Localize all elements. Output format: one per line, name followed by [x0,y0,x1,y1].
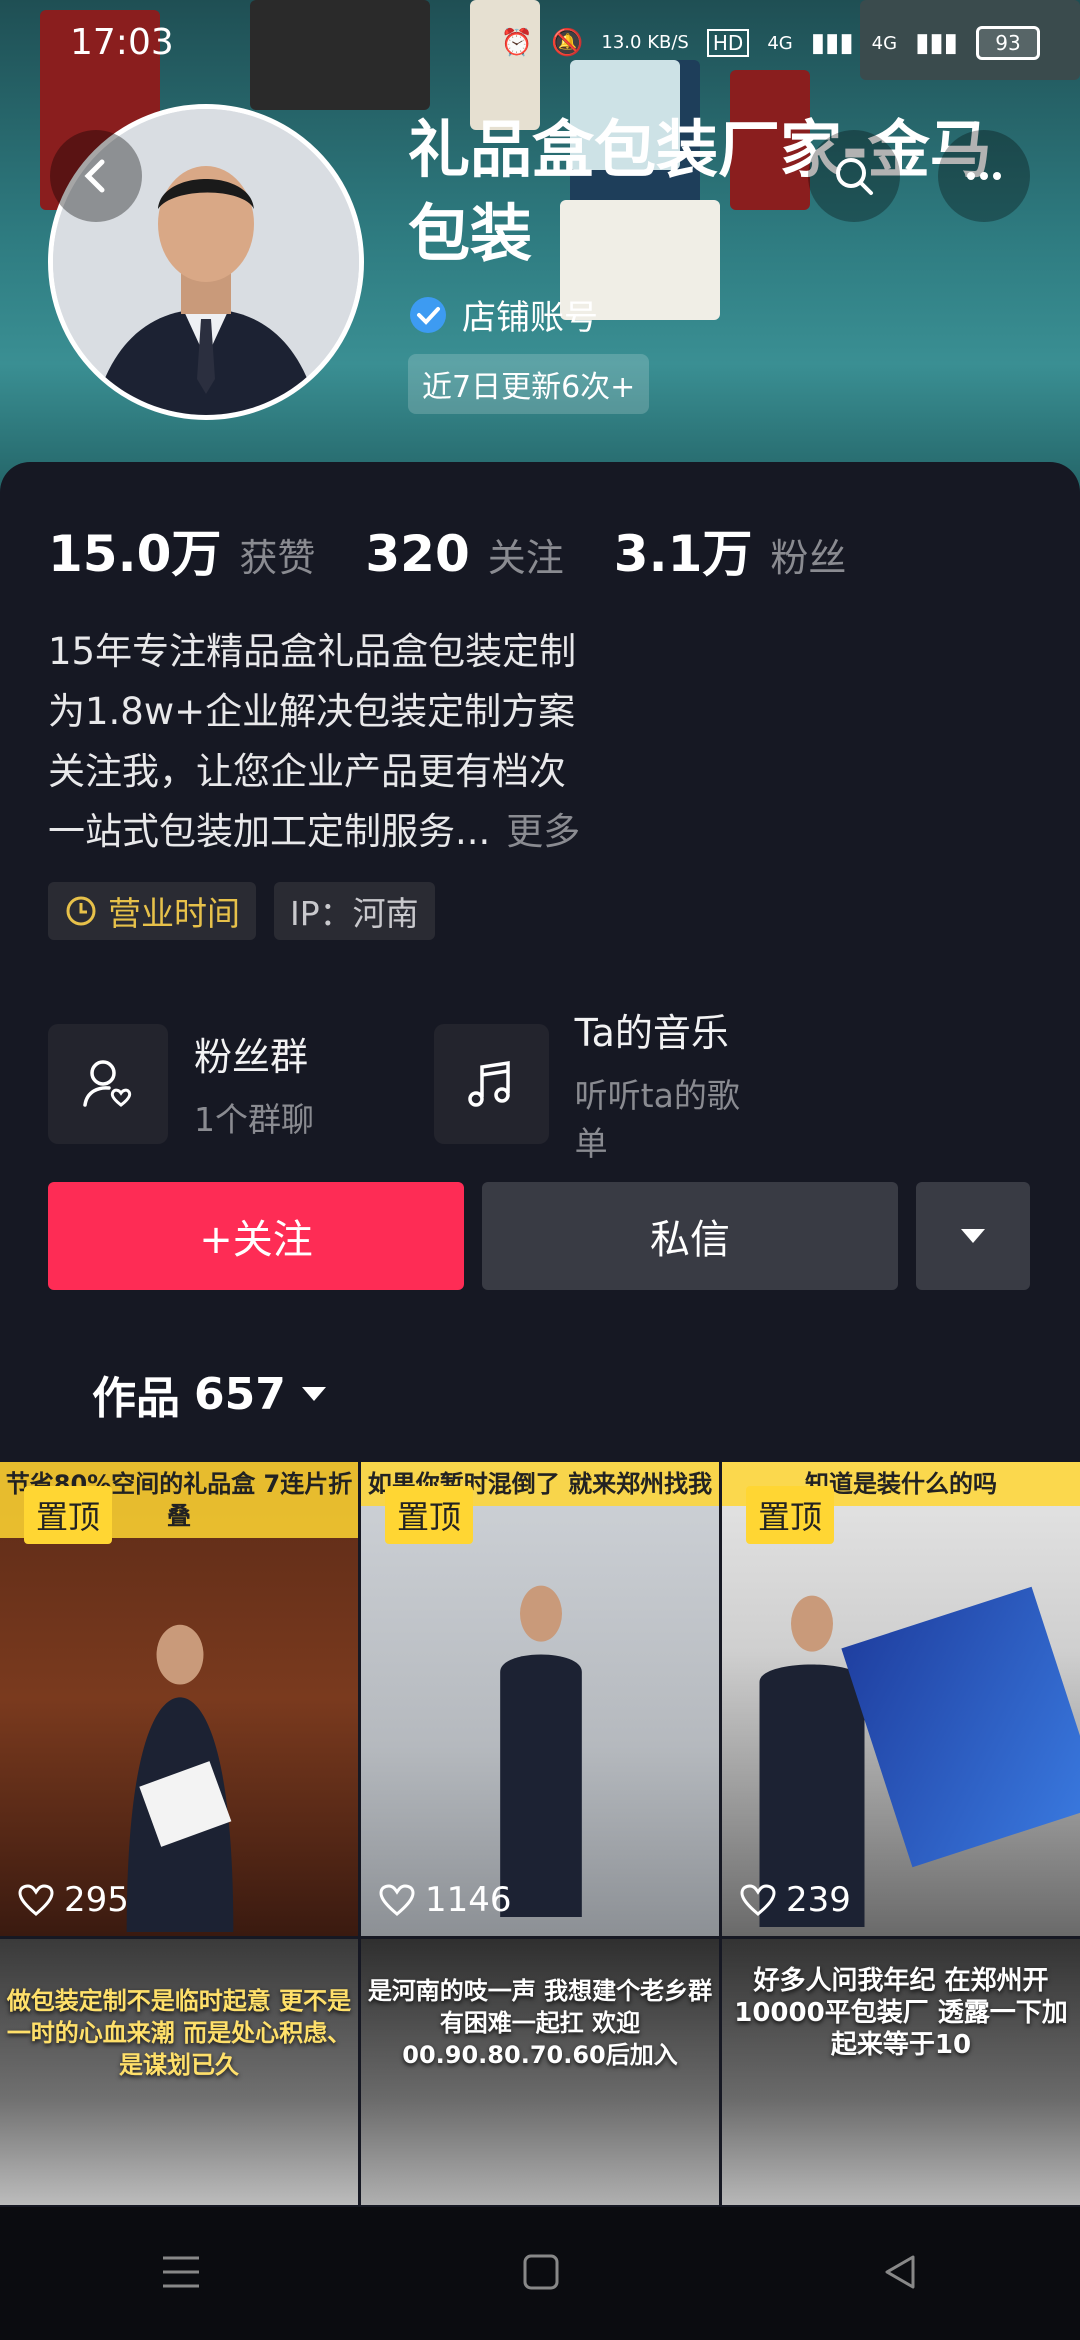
video-thumbnail[interactable]: 节省80%空间的礼品盒 7连片折叠 置顶 295 [0,1462,358,1936]
fan-group-title: 粉丝群 [194,1035,309,1079]
like-number: 295 [64,1880,129,1920]
music-sub: 听听ta的歌单 [574,1076,740,1163]
network-speed: 13.0 KB/S [601,32,689,53]
signal-4g-2: 4G [871,32,898,54]
menu-icon [162,2256,199,2287]
pinned-badge: 置顶 [746,1486,835,1544]
signal-bars-icon: ▮▮▮ [810,28,854,58]
bio-more-link[interactable]: 更多 [506,810,580,853]
business-hours-tag[interactable]: 营业时间 [48,882,256,940]
music-note-icon [434,1023,549,1144]
dropdown-button[interactable] [916,1182,1030,1290]
stat-label: 关注 [487,536,564,580]
follow-button[interactable]: +关注 [48,1182,464,1290]
system-nav-bar [0,2207,1080,2340]
feature-row: 粉丝群 1个群聊 Ta的音乐 听听ta的歌单 [48,1002,764,1165]
stat-followers[interactable]: 3.1万 粉丝 [614,514,847,586]
works-label: 作品 [92,1373,180,1424]
bio-line: 一站式包装加工定制服务... [48,810,491,853]
heart-icon [379,1884,415,1916]
video-thumbnail[interactable]: 做包装定制不是临时起意 更不是一时的心血来潮 而是处心积虑、是谋划已久 [0,1939,358,2205]
video-thumbnail[interactable]: 好多人问我年纪 在郑州开10000平包装厂 透露一下加起来等于10 [722,1939,1080,2205]
stat-number: 15.0万 [48,525,222,583]
verified-check-icon [410,296,446,333]
stat-likes[interactable]: 15.0万 获赞 [48,514,315,586]
bio-line: 关注我，让您企业产品更有档次 [48,750,566,793]
video-caption: 做包装定制不是临时起意 更不是一时的心血来潮 而是处心积虑、是谋划已久 [6,1987,352,2079]
battery-icon: 93 [976,26,1040,60]
chevron-left-icon [84,159,105,193]
menu-nav-button[interactable] [161,2254,201,2294]
like-count: 295 [18,1880,129,1920]
search-button[interactable] [808,130,900,222]
video-person [759,1595,865,1927]
home-nav-button[interactable] [522,2253,560,2295]
fan-group-entry[interactable]: 粉丝群 1个群聊 [48,1002,378,1165]
stat-label: 粉丝 [770,536,847,580]
like-count: 239 [740,1880,851,1920]
caret-down-icon [961,1229,985,1243]
alarm-icon: ⏰ [500,28,534,58]
heart-icon [18,1884,54,1916]
like-number: 239 [786,1880,851,1920]
profile-panel: 15.0万 获赞 320 关注 3.1万 粉丝 15年专注精品盒礼品盒包装定制 为1.… [0,462,1080,2207]
music-entry[interactable]: Ta的音乐 听听ta的歌单 [434,1002,764,1165]
video-grid: 节省80%空间的礼品盒 7连片折叠 置顶 295 如果你暂时混倒了 就来郑州找我… [0,1462,1080,2205]
like-number: 1146 [425,1880,512,1920]
tag-row: 营业时间 IP：河南 [48,882,435,940]
signal-bars-icon: ▮▮▮ [915,28,958,58]
video-thumbnail[interactable]: 知道是装什么的吗 置顶 239 [722,1462,1080,1936]
bio-line: 为1.8w+企业解决包装定制方案 [48,690,576,733]
action-buttons: +关注 私信 [48,1182,1030,1290]
hd-badge: HD [706,29,750,57]
stat-following[interactable]: 320 关注 [365,525,563,583]
video-person [500,1585,582,1917]
pinned-badge: 置顶 [24,1486,113,1544]
works-tab[interactable]: 作品 657 [92,1362,328,1426]
video-caption: 是河南的吱一声 我想建个老乡群 有困难一起扛 欢迎00.90.80.70.60后… [367,1977,713,2069]
triangle-back-icon [885,2255,915,2288]
verified-label: 店铺账号 [462,298,598,338]
fan-group-sub: 1个群聊 [194,1100,314,1139]
works-count: 657 [194,1368,286,1420]
stat-label: 获赞 [239,536,316,580]
signal-4g-1: 4G [767,32,793,54]
pinned-badge: 置顶 [385,1486,474,1544]
back-button[interactable] [50,130,142,222]
message-button[interactable]: 私信 [482,1182,898,1290]
more-button[interactable] [938,130,1030,222]
verified-badge[interactable]: 店铺账号 [408,290,598,339]
heart-icon [740,1884,776,1916]
video-thumbnail[interactable]: 是河南的吱一声 我想建个老乡群 有困难一起扛 欢迎00.90.80.70.60后… [361,1939,719,2205]
stats-row: 15.0万 获赞 320 关注 3.1万 粉丝 [48,514,846,586]
back-nav-button[interactable] [881,2253,919,2295]
stat-number: 3.1万 [613,525,753,583]
business-hours-label: 营业时间 [108,894,240,933]
search-icon [836,158,873,195]
caret-down-icon [301,1387,326,1401]
stat-number: 320 [365,525,470,583]
video-thumbnail[interactable]: 如果你暂时混倒了 就来郑州找我 置顶 1146 [361,1462,719,1936]
like-count: 1146 [379,1880,512,1920]
status-time: 17:03 [70,22,174,63]
fan-group-icon [48,1023,168,1144]
clock-icon [66,896,96,926]
profile-header: 17:03 ⏰ 🔕 13.0 KB/S HD 4G ▮▮▮ 4G ▮▮▮ 93 [0,0,1080,520]
status-bar: 17:03 ⏰ 🔕 13.0 KB/S HD 4G ▮▮▮ 4G ▮▮▮ 93 [0,0,1080,96]
mute-icon: 🔕 [551,28,584,58]
square-home-icon [523,2254,559,2289]
more-dots-icon [967,172,1001,180]
status-icons: ⏰ 🔕 13.0 KB/S HD 4G ▮▮▮ 4G ▮▮▮ 93 [501,26,1040,60]
update-frequency-tag: 近7日更新6次+ [408,354,650,414]
bio[interactable]: 15年专注精品盒礼品盒包装定制 为1.8w+企业解决包装定制方案 关注我，让您企… [48,622,580,862]
bio-line: 15年专注精品盒礼品盒包装定制 [48,630,577,673]
ip-location-tag: IP：河南 [274,882,435,940]
music-title: Ta的音乐 [574,1011,729,1055]
video-caption: 好多人问我年纪 在郑州开10000平包装厂 透露一下加起来等于10 [734,1966,1068,2060]
